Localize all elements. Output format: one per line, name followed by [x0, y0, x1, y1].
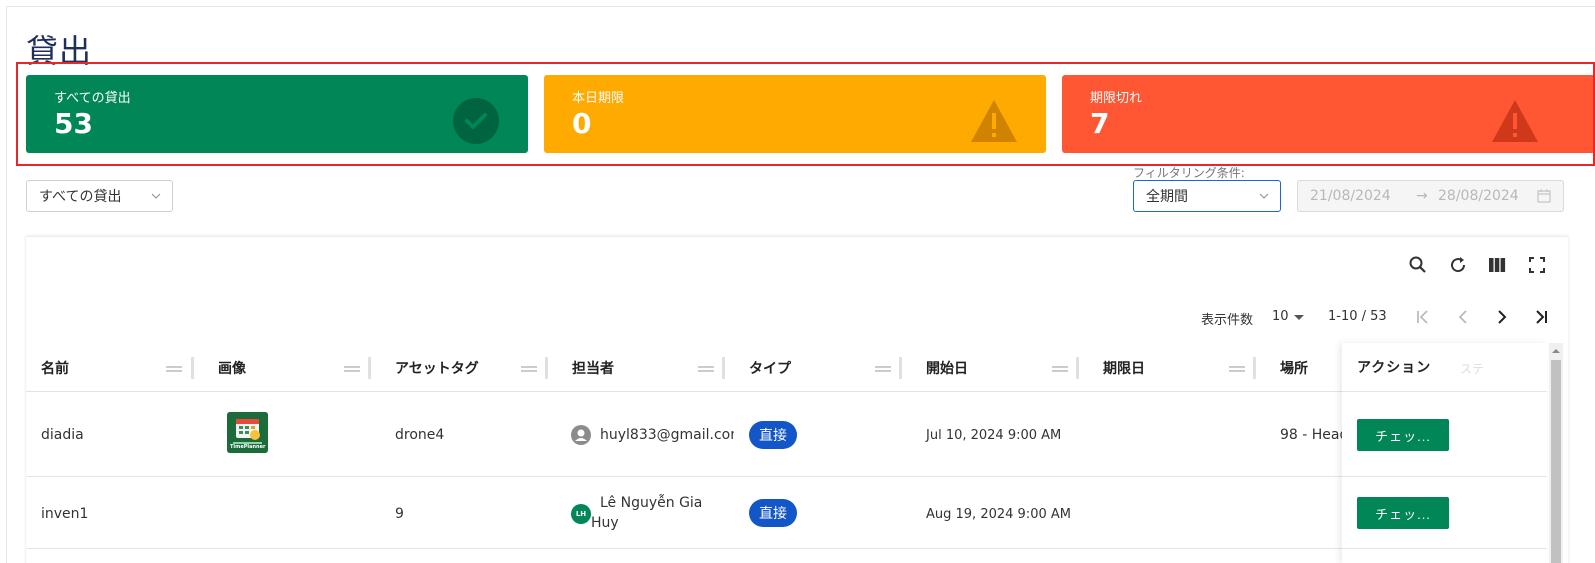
scrollbar-thumb[interactable] [1551, 360, 1561, 563]
type-badge: 直接 [749, 421, 797, 449]
calendar-icon [1537, 189, 1551, 203]
column-header-status[interactable]: ステ [1460, 360, 1484, 377]
row-divider [26, 548, 1546, 549]
header-divider [1342, 391, 1547, 392]
cell-name[interactable]: inven1 [41, 506, 88, 522]
column-menu-handle[interactable] [1052, 366, 1068, 372]
column-menu-handle[interactable] [875, 366, 891, 372]
column-header-location[interactable]: 場所 [1280, 358, 1308, 378]
thumbnail-caption: TimePlanner [230, 444, 266, 450]
column-header-asset-tag[interactable]: アセットタグ [395, 358, 479, 378]
column-header-type[interactable]: タイプ [749, 358, 791, 378]
user-avatar: LH [571, 504, 591, 524]
arrow-right-icon: → [1416, 188, 1428, 204]
loan-type-select[interactable]: すべての貸出 [26, 180, 173, 212]
date-range-picker[interactable]: 21/08/2024 → 28/08/2024 [1297, 180, 1564, 212]
cell-start-date: Aug 19, 2024 9:00 AM [926, 507, 1071, 522]
cell-asset-tag: 9 [395, 506, 404, 522]
chevron-down-icon [1259, 193, 1269, 199]
period-select-value: 全期間 [1146, 189, 1188, 205]
date-from: 21/08/2024 [1310, 188, 1391, 204]
column-header-action[interactable]: アクション [1357, 357, 1431, 377]
caret-down-icon[interactable] [1290, 308, 1308, 326]
checkin-button[interactable]: チェッ... [1357, 419, 1449, 451]
scroll-up-arrow-icon[interactable] [1551, 346, 1561, 356]
column-menu-handle[interactable] [1229, 366, 1245, 372]
chevron-down-icon [151, 193, 161, 199]
column-menu-handle[interactable] [698, 366, 714, 372]
columns-icon[interactable] [1487, 255, 1507, 275]
column-resize-handle[interactable] [1076, 357, 1079, 379]
cell-name[interactable]: diadia [41, 427, 84, 443]
rows-per-page-label: 表示件数 [1201, 313, 1254, 328]
column-resize-handle[interactable] [722, 357, 725, 379]
cell-location: 98 - Head [1280, 427, 1342, 443]
rows-per-page-select[interactable]: 10 [1272, 309, 1289, 324]
type-badge: 直接 [749, 499, 797, 527]
column-header-assignee[interactable]: 担当者 [572, 358, 614, 378]
cell-assignee-line1[interactable]: Lê Nguyễn Gia [600, 495, 702, 511]
filter-label: フィルタリング条件: [1133, 166, 1245, 180]
loan-type-select-value: すべての貸出 [39, 189, 122, 205]
checkin-button[interactable]: チェッ... [1357, 497, 1449, 529]
search-icon[interactable] [1408, 255, 1428, 275]
column-header-start-date[interactable]: 開始日 [926, 358, 968, 378]
cell-assignee[interactable]: huyl833@gmail.com [600, 427, 734, 443]
loans-table [26, 236, 1568, 563]
row-divider [1342, 548, 1547, 549]
first-page-icon[interactable] [1414, 308, 1432, 326]
column-resize-handle[interactable] [545, 357, 548, 379]
pagination-range: 1-10 / 53 [1328, 309, 1387, 324]
column-header-name[interactable]: 名前 [41, 358, 69, 378]
highlight-box [16, 62, 1595, 166]
refresh-icon[interactable] [1448, 255, 1468, 275]
column-resize-handle[interactable] [899, 357, 902, 379]
cell-start-date: Jul 10, 2024 9:00 AM [926, 428, 1062, 443]
column-header-image[interactable]: 画像 [218, 358, 246, 378]
next-page-icon[interactable] [1493, 308, 1511, 326]
previous-page-icon[interactable] [1454, 308, 1472, 326]
column-menu-handle[interactable] [166, 366, 182, 372]
column-resize-handle[interactable] [1253, 357, 1256, 379]
cell-asset-tag: drone4 [395, 427, 445, 443]
date-to: 28/08/2024 [1438, 188, 1519, 204]
row-divider [1342, 476, 1547, 477]
column-menu-handle[interactable] [521, 366, 537, 372]
header-divider [26, 391, 1546, 392]
row-divider [26, 476, 1546, 477]
column-menu-handle[interactable] [344, 366, 360, 372]
last-page-icon[interactable] [1532, 308, 1550, 326]
column-resize-handle[interactable] [191, 357, 194, 379]
user-avatar-icon [571, 425, 591, 445]
fullscreen-icon[interactable] [1527, 255, 1547, 275]
column-header-due-date[interactable]: 期限日 [1103, 358, 1145, 378]
column-resize-handle[interactable] [368, 357, 371, 379]
cell-assignee-line2[interactable]: Huy [591, 515, 619, 531]
period-select[interactable]: 全期間 [1133, 180, 1281, 212]
asset-thumbnail[interactable]: TimePlanner [227, 412, 268, 453]
